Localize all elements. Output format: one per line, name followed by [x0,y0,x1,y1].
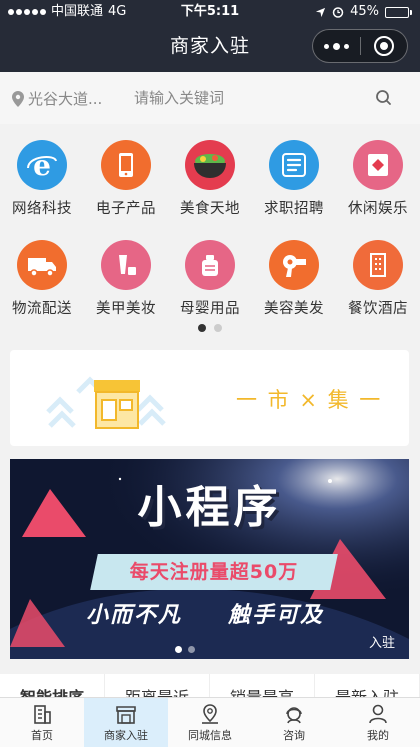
delivery-truck-icon [28,258,56,277]
tab-mine[interactable]: 我的 [336,698,420,747]
category-item[interactable]: 电子产品 [84,132,168,224]
tab-label: 同城信息 [188,729,232,742]
recruit-icon [282,153,306,177]
category-label: 美容美发 [264,301,324,317]
category-label: 电子产品 [96,201,156,217]
category-item[interactable]: e 网络科技 [0,132,84,224]
category-icon-bg [17,240,67,290]
search-icon[interactable] [374,88,394,108]
user-icon [369,704,387,724]
filter-tab-newest[interactable]: 最新入驻 [315,674,420,698]
filter-tab-nearest[interactable]: 距离最近 [105,674,210,698]
sort-filter-bar: 智能排序 距离最近 销量最高 最新入驻 [0,674,420,698]
tab-merchant-join[interactable]: 商家入驻 [84,698,168,747]
close-program-button[interactable] [361,30,408,62]
category-item[interactable]: 休闲娱乐 [336,132,420,224]
promo-corner-label: 入驻 [368,636,395,651]
category-item[interactable]: 求职招聘 [252,132,336,224]
promo-pager [175,646,195,653]
filter-tab-top-sales[interactable]: 销量最高 [210,674,315,698]
baby-bottle-icon [202,255,218,276]
filter-tab-smart-sort[interactable]: 智能排序 [0,674,105,698]
pager-dot[interactable] [175,646,182,653]
category-icon-bg [353,140,403,190]
category-label: 物流配送 [12,301,72,317]
tab-consult[interactable]: 咨询 [252,698,336,747]
pager-dot[interactable] [214,324,222,332]
category-item[interactable]: 母婴用品 [168,232,252,324]
hotel-building-icon [370,253,386,277]
more-dots-icon [323,42,349,50]
hair-dryer-icon [283,255,306,277]
category-label: 母婴用品 [180,301,240,317]
signal-icon [8,9,46,15]
cosmetics-icon [119,255,136,275]
more-button[interactable] [313,30,360,62]
category-item[interactable]: 物流配送 [0,232,84,324]
category-label: 餐饮酒店 [348,301,408,317]
category-item[interactable]: 餐饮酒店 [336,232,420,324]
tab-label: 商家入驻 [104,729,148,742]
category-icon-bg [353,240,403,290]
market-title: 一 市 × 集 一 [236,388,383,412]
market-banner[interactable]: 一 市 × 集 一 [10,350,409,446]
tab-label: 咨询 [283,729,305,742]
category-icon-bg [101,140,151,190]
store-icon [116,706,136,724]
network-label: 4G [108,4,127,19]
category-item[interactable]: 美容美发 [252,232,336,324]
food-bowl-icon [194,154,226,178]
tab-label: 我的 [367,729,389,742]
alarm-icon [332,7,344,18]
promo-banner[interactable]: 小程序 每天注册量超50万 小而不凡 触手可及 入驻 [10,459,409,659]
svg-text:e: e [33,149,51,182]
category-label: 求职招聘 [264,201,324,217]
promo-title: 小程序 [137,482,282,533]
category-label: 网络科技 [12,201,72,217]
location-pin-icon [202,704,218,724]
category-pager [0,324,420,332]
pager-dot[interactable] [188,646,195,653]
ie-browser-icon: e [27,149,57,182]
category-label: 美甲美妆 [96,301,156,317]
market-stall-illustration [46,376,166,429]
category-icon-bg [269,240,319,290]
mini-program-capsule [312,29,408,63]
category-icon-bg [185,140,235,190]
header: 中国联通 4G 下午5:11 45% 商家入驻 [0,0,420,72]
category-item[interactable]: 美甲美妆 [84,232,168,324]
target-circle-icon [373,36,394,56]
category-icon-bg [269,140,319,190]
category-item[interactable]: 美食天地 [168,132,252,224]
promo-subtitle: 每天注册量超50万 [129,561,299,583]
search-bar: 光谷大道... [0,72,420,124]
category-icon-bg: e [17,140,67,190]
customer-service-icon [286,707,302,724]
tab-local-info[interactable]: 同城信息 [168,698,252,747]
tab-home[interactable]: 首页 [0,698,84,747]
pager-dot[interactable] [198,324,206,332]
battery-icon [385,6,412,18]
category-icon-bg [101,240,151,290]
status-bar: 中国联通 4G 下午5:11 45% [0,0,420,24]
category-label: 美食天地 [180,201,240,217]
carrier-label: 中国联通 [51,4,104,19]
promo-tagline-left: 小而不凡 [86,603,183,628]
smartphone-icon [119,153,133,177]
category-icon-bg [185,240,235,290]
search-input[interactable] [134,84,364,112]
card-icon [368,154,388,176]
home-building-icon [34,705,51,724]
location-pin-icon [12,90,24,107]
tab-label: 首页 [31,729,53,742]
location-selector[interactable]: 光谷大道... [12,88,102,109]
category-grid: e 网络科技 电子产品 美食天地 求职招聘 休闲娱乐 物流配送 美甲美妆 母婴用… [0,132,420,342]
promo-tagline-right: 触手可及 [228,603,325,628]
location-label: 光谷大道... [28,90,103,108]
battery-percent: 45% [350,4,379,19]
bottom-tab-bar: 首页 商家入驻 同城信息 咨询 我的 [0,697,420,747]
category-label: 休闲娱乐 [348,201,408,217]
location-arrow-icon [316,7,326,17]
